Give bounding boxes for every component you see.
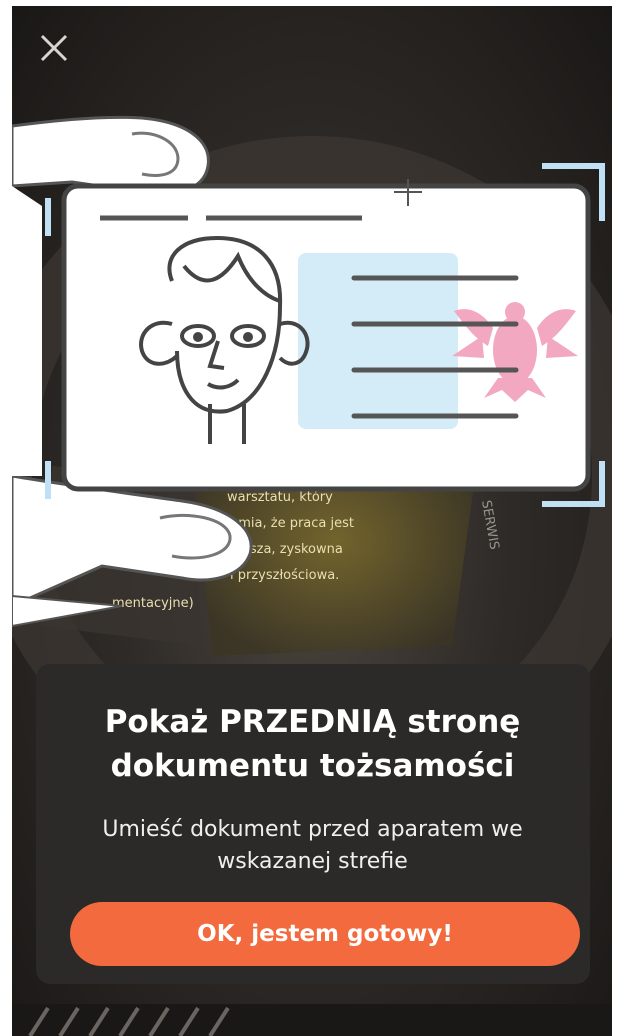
instruction-subtitle-line2: wskazanej strefie [217,849,408,874]
instruction-title-line2: dokumentu tożsamości [110,748,515,784]
bottom-stripes [12,1004,612,1036]
instruction-subtitle-line1: Umieść dokument przed aparatem we [102,817,523,842]
instruction-title: Pokaż PRZEDNIĄ stronę dokumentu tożsamoś… [0,700,625,788]
instruction-subtitle: Umieść dokument przed aparatem we wskaza… [0,814,625,878]
instruction-title-line1: Pokaż PRZEDNIĄ stronę [104,704,521,740]
close-icon[interactable] [34,28,74,68]
ok-ready-button[interactable]: OK, jestem gotowy! [70,902,580,966]
